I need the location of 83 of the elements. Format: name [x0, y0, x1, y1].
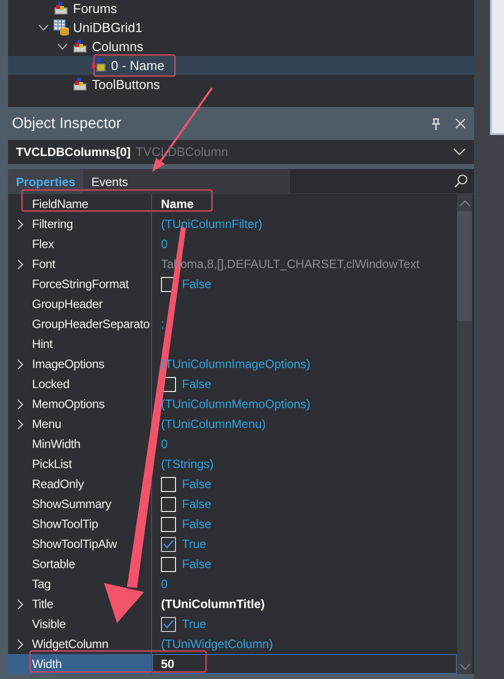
property-value: False: [182, 497, 212, 511]
property-name: ReadOnly: [32, 477, 84, 491]
chevron-right-icon[interactable]: [16, 398, 24, 410]
component-icon: [72, 76, 89, 93]
property-name: Visible: [32, 617, 66, 631]
property-name: ImageOptions: [32, 357, 104, 371]
property-value: (TUniWidgetColumn): [161, 637, 274, 651]
property-value: (TUniColumnTitle): [161, 597, 265, 611]
checkbox[interactable]: [161, 616, 176, 632]
property-value: False: [182, 557, 212, 571]
property-value: ;: [161, 317, 164, 331]
property-name: MemoOptions: [32, 397, 104, 411]
grid-database-icon: [53, 19, 70, 36]
selected-property-name[interactable]: Width: [8, 654, 152, 674]
property-value: (TUniColumnFilter): [161, 217, 262, 231]
property-name: ShowToolTip: [32, 517, 98, 531]
property-value: (TUniColumnMenu): [161, 417, 266, 431]
component-icon: [91, 57, 108, 74]
scroll-down-icon[interactable]: [458, 663, 470, 670]
property-value: Name: [161, 197, 194, 211]
tree-item[interactable]: Columns: [92, 39, 144, 54]
search-icon: [454, 174, 468, 188]
checkbox[interactable]: [161, 476, 176, 492]
tree-item[interactable]: UniDBGrid1: [73, 20, 142, 35]
property-name: Title: [32, 597, 54, 611]
property-value: False: [182, 477, 212, 491]
property-value: 0: [161, 237, 168, 251]
property-name: WidgetColumn: [32, 637, 108, 651]
chevron-right-icon[interactable]: [16, 358, 24, 370]
property-name: Hint: [32, 337, 53, 351]
property-value: (TStrings): [161, 457, 214, 471]
checkbox[interactable]: [161, 536, 176, 552]
property-value: False: [182, 377, 212, 391]
chevron-down-icon: [453, 148, 466, 156]
tree-item[interactable]: ToolButtons: [92, 77, 160, 92]
chevron-right-icon[interactable]: [16, 598, 24, 610]
property-name: MinWidth: [32, 437, 80, 451]
checkbox[interactable]: [161, 556, 176, 572]
chevron-right-icon[interactable]: [16, 418, 24, 430]
component-icon: [53, 0, 70, 17]
tab[interactable]: Properties: [8, 169, 84, 194]
property-value: True: [182, 537, 206, 551]
property-name: Locked: [32, 377, 70, 391]
property-name: ShowSummary: [32, 497, 112, 511]
checkbox[interactable]: [161, 516, 176, 532]
property-value: 0: [161, 437, 168, 451]
property-value: (TUniColumnMemoOptions): [161, 397, 310, 411]
object-name: TVCLDBColumns[0]: [16, 145, 131, 159]
property-name: Flex: [32, 237, 54, 251]
scrollbar[interactable]: [457, 194, 472, 674]
property-value: False: [182, 277, 212, 291]
property-name: GroupHeader: [32, 297, 103, 311]
component-icon: [72, 38, 89, 55]
chevron-down-icon[interactable]: [57, 42, 68, 50]
property-name: Filtering: [32, 217, 73, 231]
property-name: ForceStringFormat: [32, 277, 129, 291]
property-name: Font: [32, 257, 56, 271]
chevron-right-icon[interactable]: [16, 258, 24, 270]
property-value: 0: [161, 577, 168, 591]
chevron-down-icon[interactable]: [38, 24, 49, 32]
property-name: Width: [32, 657, 62, 671]
pin-icon[interactable]: [431, 118, 441, 130]
scroll-up-icon[interactable]: [458, 200, 470, 207]
property-name: Sortable: [32, 557, 76, 571]
chevron-right-icon[interactable]: [16, 638, 24, 650]
tree-item[interactable]: Forums: [73, 1, 118, 16]
checkbox[interactable]: [161, 496, 176, 512]
property-name: GroupHeaderSeparato: [32, 317, 150, 331]
value-field[interactable]: 50: [152, 654, 457, 674]
property-value: False: [182, 517, 212, 531]
tree-item[interactable]: 0 - Name: [111, 58, 164, 73]
property-value: True: [182, 617, 206, 631]
property-name: Menu: [32, 417, 62, 431]
close-icon[interactable]: [455, 118, 466, 129]
tab[interactable]: Events: [83, 169, 136, 194]
panel-title: Object Inspector: [12, 115, 122, 132]
property-name: PickList: [32, 457, 72, 471]
chevron-right-icon[interactable]: [16, 218, 24, 230]
search-field[interactable]: [290, 169, 474, 193]
property-name: FieldName: [32, 197, 88, 211]
property-name: ShowToolTipAlw: [32, 537, 117, 551]
scroll-thumb[interactable]: [457, 211, 472, 321]
property-name: Tag: [32, 577, 51, 591]
